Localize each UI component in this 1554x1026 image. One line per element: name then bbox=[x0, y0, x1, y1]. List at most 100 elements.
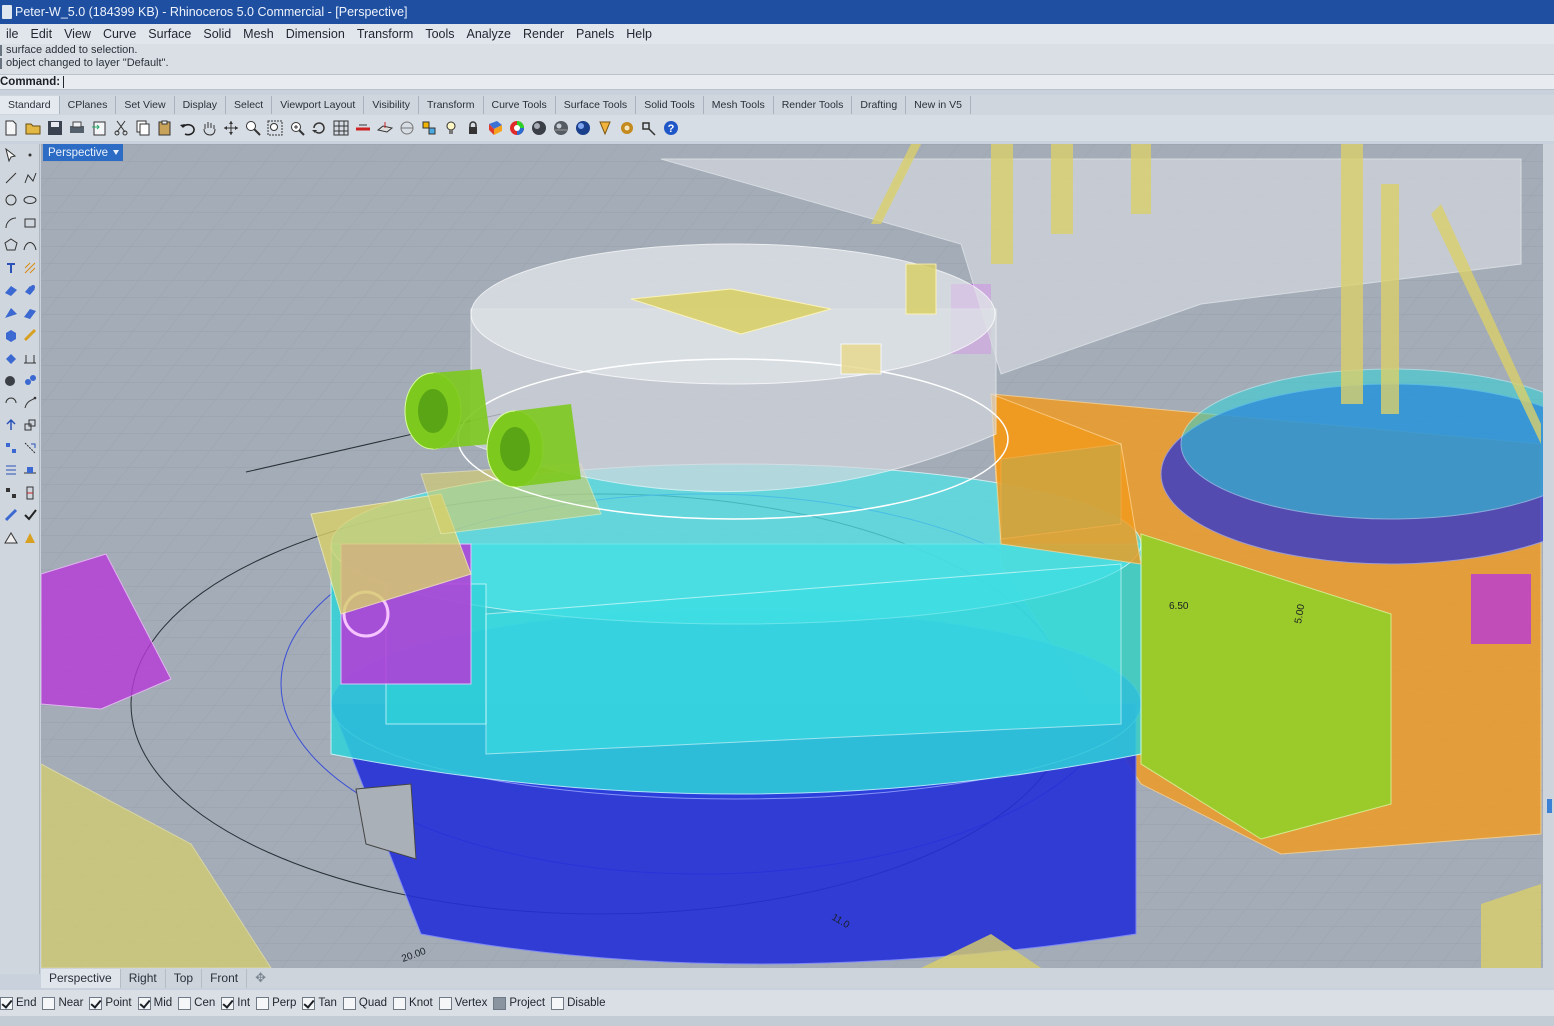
mesh-icon[interactable] bbox=[3, 350, 19, 366]
osnap-checkbox[interactable] bbox=[89, 996, 103, 1010]
osnap-checkbox[interactable] bbox=[302, 996, 316, 1010]
viewport-title[interactable]: Perspective bbox=[43, 144, 124, 161]
light-icon[interactable] bbox=[420, 119, 438, 137]
tab-mesh-tools[interactable]: Mesh Tools bbox=[704, 96, 774, 114]
tab-transform[interactable]: Transform bbox=[419, 96, 484, 114]
fillet-icon[interactable] bbox=[22, 372, 38, 388]
osnap-perp[interactable]: Perp bbox=[256, 996, 296, 1010]
circle-icon[interactable] bbox=[3, 192, 19, 208]
layer-state-icon[interactable] bbox=[3, 530, 19, 546]
osnap-end[interactable]: End bbox=[0, 996, 36, 1010]
move-icon[interactable] bbox=[222, 119, 240, 137]
tab-right[interactable]: Right bbox=[121, 968, 166, 988]
menu-render[interactable]: Render bbox=[517, 24, 570, 44]
osnap-checkbox[interactable] bbox=[393, 996, 407, 1010]
tab-new-in-v5[interactable]: New in V5 bbox=[906, 96, 972, 114]
render-sphere-icon[interactable] bbox=[508, 119, 526, 137]
solid-icon[interactable] bbox=[22, 327, 38, 343]
pan-hand-icon[interactable] bbox=[200, 119, 218, 137]
analyze-icon[interactable] bbox=[3, 417, 19, 433]
rectangle-icon[interactable] bbox=[22, 215, 38, 231]
osnap-checkbox[interactable] bbox=[256, 996, 270, 1010]
arc-icon[interactable] bbox=[3, 215, 19, 231]
menu-analyze[interactable]: Analyze bbox=[461, 24, 517, 44]
osnap-checkbox[interactable] bbox=[178, 996, 192, 1010]
print-icon[interactable] bbox=[68, 119, 86, 137]
menu-mesh[interactable]: Mesh bbox=[237, 24, 280, 44]
undo-icon[interactable] bbox=[178, 119, 196, 137]
zoom-extents-icon[interactable] bbox=[288, 119, 306, 137]
tools-icon[interactable] bbox=[618, 119, 636, 137]
lock-icon[interactable] bbox=[442, 119, 460, 137]
tab-cplanes[interactable]: CPlanes bbox=[60, 96, 117, 114]
loft-icon[interactable] bbox=[3, 305, 19, 321]
osnap-mid[interactable]: Mid bbox=[137, 996, 172, 1010]
osnap-quad[interactable]: Quad bbox=[342, 996, 387, 1010]
help-question-icon[interactable]: ? bbox=[662, 119, 680, 137]
osnap-near[interactable]: Near bbox=[42, 996, 83, 1010]
zoom-icon[interactable] bbox=[244, 119, 262, 137]
tab-select[interactable]: Select bbox=[226, 96, 273, 114]
menu-dimension[interactable]: Dimension bbox=[280, 24, 351, 44]
check-icon[interactable] bbox=[22, 507, 38, 523]
surface-icon[interactable] bbox=[3, 282, 19, 298]
ellipse-icon[interactable] bbox=[22, 192, 38, 208]
grid-icon[interactable] bbox=[332, 119, 350, 137]
tab-viewport-layout[interactable]: Viewport Layout bbox=[272, 96, 365, 114]
import-icon[interactable] bbox=[90, 119, 108, 137]
menu-solid[interactable]: Solid bbox=[197, 24, 237, 44]
help-icon[interactable] bbox=[640, 119, 658, 137]
line-icon[interactable] bbox=[3, 170, 19, 186]
select-arrow-icon[interactable] bbox=[3, 147, 19, 163]
osnap-tan[interactable]: Tan bbox=[302, 996, 337, 1010]
split-icon[interactable] bbox=[22, 462, 38, 478]
text-icon[interactable] bbox=[3, 260, 19, 276]
tab-display[interactable]: Display bbox=[175, 96, 227, 114]
osnap-knot[interactable]: Knot bbox=[393, 996, 433, 1010]
tab-front[interactable]: Front bbox=[202, 968, 248, 988]
menu-panels[interactable]: Panels bbox=[570, 24, 620, 44]
panel-handle[interactable] bbox=[1547, 799, 1552, 813]
extrude-icon[interactable] bbox=[22, 282, 38, 298]
add-viewport-icon[interactable]: ✥ bbox=[247, 970, 274, 986]
menu-curve[interactable]: Curve bbox=[97, 24, 142, 44]
cut-icon[interactable] bbox=[112, 119, 130, 137]
menu-view[interactable]: View bbox=[58, 24, 97, 44]
trim-icon[interactable] bbox=[3, 462, 19, 478]
tab-perspective[interactable]: Perspective bbox=[41, 968, 121, 988]
rotate-icon[interactable] bbox=[3, 395, 19, 411]
open-folder-icon[interactable] bbox=[24, 119, 42, 137]
tab-surface-tools[interactable]: Surface Tools bbox=[556, 96, 637, 114]
osnap-checkbox[interactable] bbox=[42, 996, 56, 1010]
menu-file[interactable]: ile bbox=[0, 24, 25, 44]
curve-icon[interactable] bbox=[22, 237, 38, 253]
osnap-point[interactable]: Point bbox=[89, 996, 132, 1010]
explode-icon[interactable] bbox=[22, 485, 38, 501]
osnap-checkbox[interactable] bbox=[493, 996, 507, 1010]
settings-gear-icon[interactable] bbox=[596, 119, 614, 137]
menu-edit[interactable]: Edit bbox=[25, 24, 59, 44]
osnap-checkbox[interactable] bbox=[438, 996, 452, 1010]
material-sphere-icon[interactable] bbox=[552, 119, 570, 137]
highlight-icon[interactable] bbox=[574, 119, 592, 137]
dimension-icon[interactable] bbox=[22, 350, 38, 366]
hatch-icon[interactable] bbox=[22, 260, 38, 276]
named-views-icon[interactable] bbox=[398, 119, 416, 137]
revolve-icon[interactable] bbox=[22, 395, 38, 411]
osnap-checkbox[interactable] bbox=[221, 996, 235, 1010]
sweep-icon[interactable] bbox=[22, 305, 38, 321]
cplane-icon[interactable] bbox=[376, 119, 394, 137]
polyline-icon[interactable] bbox=[22, 170, 38, 186]
save-icon[interactable] bbox=[46, 119, 64, 137]
osnap-checkbox[interactable] bbox=[0, 996, 13, 1010]
tab-drafting[interactable]: Drafting bbox=[852, 96, 907, 114]
group-icon[interactable] bbox=[3, 507, 19, 523]
color-wheel-icon[interactable] bbox=[486, 119, 504, 137]
menu-help[interactable]: Help bbox=[620, 24, 658, 44]
rotate-view-icon[interactable] bbox=[310, 119, 328, 137]
tab-standard[interactable]: Standard bbox=[0, 96, 60, 114]
box-icon[interactable] bbox=[3, 327, 19, 343]
array-icon[interactable] bbox=[3, 440, 19, 456]
new-file-icon[interactable] bbox=[2, 119, 20, 137]
cone-icon[interactable] bbox=[22, 530, 38, 546]
